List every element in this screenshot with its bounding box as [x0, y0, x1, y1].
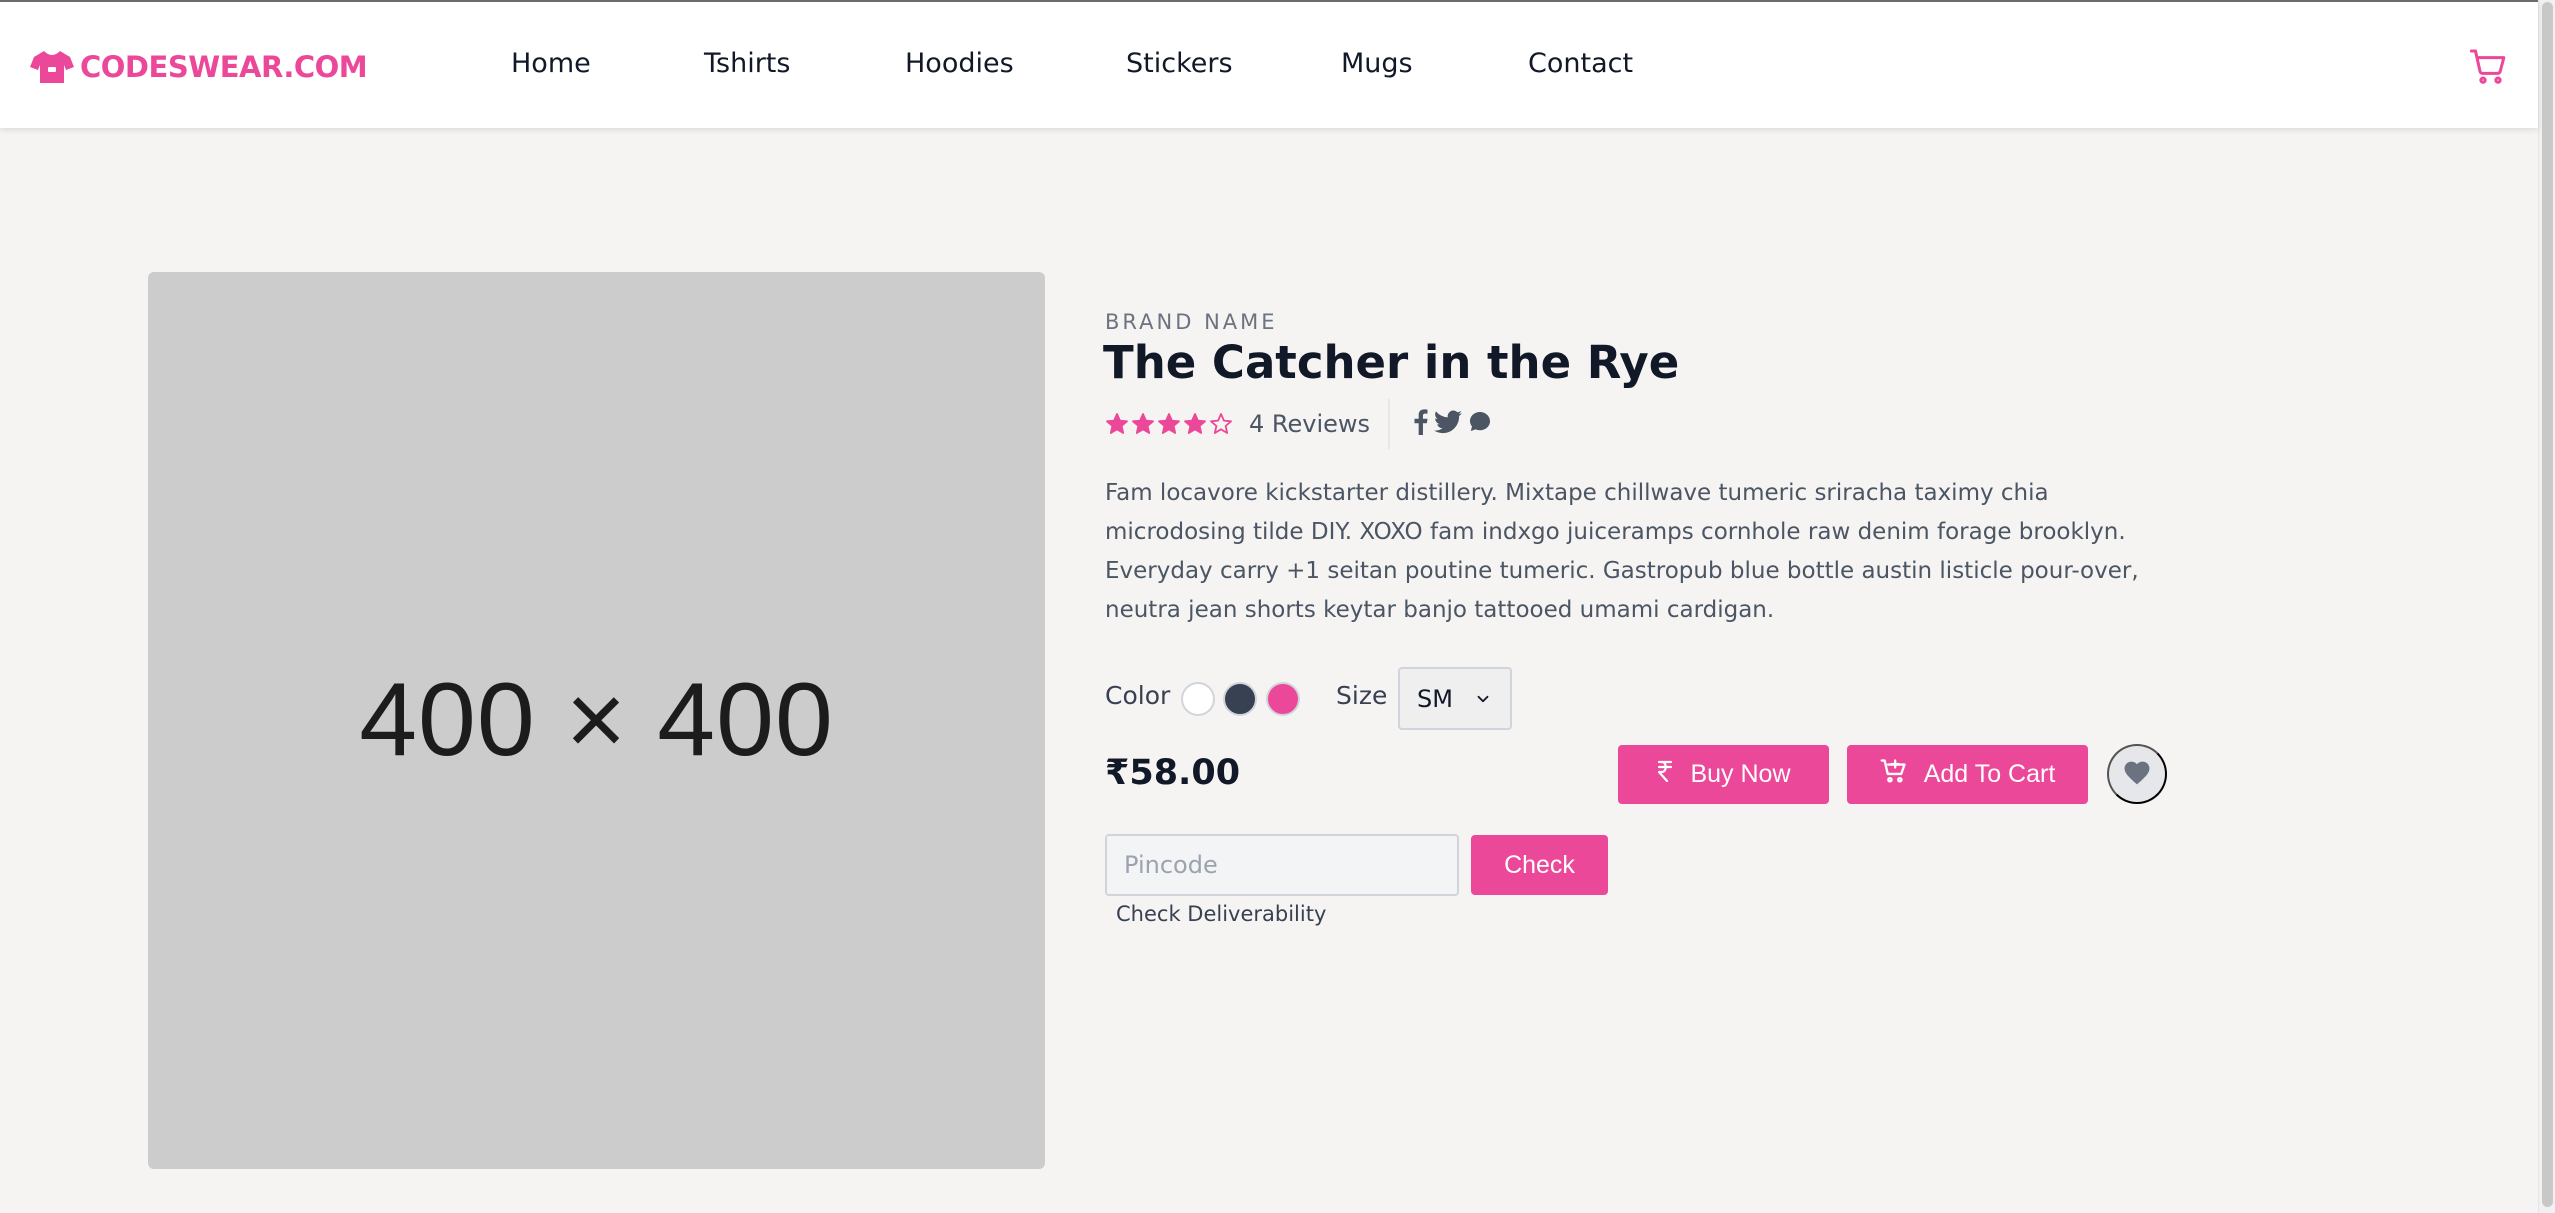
buy-now-button[interactable]: Buy Now [1618, 745, 1829, 804]
product-title: The Catcher in the Rye [1103, 336, 1680, 389]
facebook-icon[interactable] [1414, 409, 1428, 439]
tshirt-logo-icon [30, 49, 74, 85]
check-button[interactable]: Check [1471, 835, 1608, 895]
product-image: 400 × 400 [148, 272, 1045, 1169]
color-swatch-white[interactable] [1181, 682, 1215, 716]
nav-stickers[interactable]: Stickers [1126, 48, 1233, 79]
size-label: Size [1336, 681, 1388, 710]
add-cart-icon [1880, 757, 1908, 792]
reviews-count[interactable]: 4 Reviews [1249, 410, 1370, 438]
product-description: Fam locavore kickstarter distillery. Mix… [1105, 480, 2139, 623]
social-links [1414, 409, 1492, 439]
star-filled-icon [1184, 413, 1206, 434]
nav-tshirts[interactable]: Tshirts [704, 48, 790, 79]
nav-mugs[interactable]: Mugs [1341, 48, 1413, 79]
shopping-cart-icon[interactable] [2468, 46, 2508, 90]
rating-row: 4 Reviews [1105, 399, 1492, 449]
rupee-icon [1656, 760, 1674, 789]
brand-name: BRAND NAME [1105, 310, 1278, 334]
site-header: CODESWEAR.COM Home Tshirts Hoodies Stick… [0, 0, 2538, 128]
heart-icon [2124, 761, 2150, 788]
star-filled-icon [1106, 413, 1128, 434]
pincode-input[interactable] [1105, 834, 1459, 896]
star-filled-icon [1132, 413, 1154, 434]
chevron-down-icon [1474, 690, 1492, 712]
logo-text: CODESWEAR.COM [80, 50, 368, 84]
twitter-icon[interactable] [1434, 410, 1463, 438]
color-swatch-dark[interactable] [1223, 682, 1257, 716]
star-rating [1105, 412, 1233, 436]
buy-now-label: Buy Now [1690, 760, 1791, 788]
color-swatch-pink[interactable] [1266, 682, 1300, 716]
product-price: ₹58.00 [1105, 753, 1241, 793]
nav-contact[interactable]: Contact [1528, 48, 1633, 79]
check-button-label: Check [1504, 850, 1575, 879]
chat-icon[interactable] [1468, 410, 1492, 438]
wishlist-button[interactable] [2107, 744, 2167, 804]
nav-home[interactable]: Home [511, 48, 591, 79]
size-select-value: SM [1417, 684, 1453, 713]
add-to-cart-button[interactable]: Add To Cart [1847, 745, 2088, 804]
rating-divider [1388, 399, 1391, 449]
star-filled-icon [1158, 413, 1180, 434]
image-placeholder-text: 400 × 400 [359, 662, 834, 778]
color-label: Color [1105, 681, 1171, 710]
size-select[interactable]: SM [1398, 667, 1512, 730]
vertical-scrollbar[interactable] [2538, 0, 2555, 1213]
add-to-cart-label: Add To Cart [1923, 760, 2056, 788]
scrollbar-thumb[interactable] [2542, 2, 2553, 1207]
star-empty-icon [1210, 413, 1232, 434]
check-deliverability-label: Check Deliverability [1116, 902, 1327, 926]
nav-hoodies[interactable]: Hoodies [905, 48, 1014, 79]
logo[interactable]: CODESWEAR.COM [30, 46, 368, 88]
